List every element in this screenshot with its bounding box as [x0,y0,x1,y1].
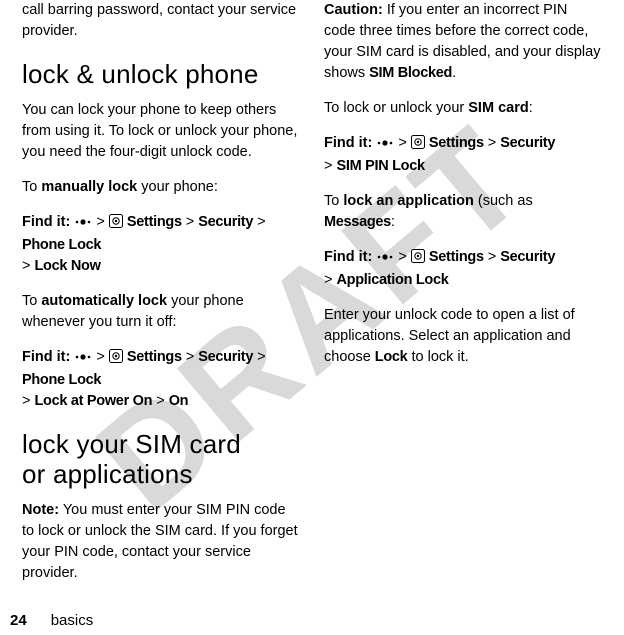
left-column: call barring password, contact your serv… [10,0,312,595]
menu-lock: Lock [375,349,408,365]
menu-phone-lock: Phone Lock [22,372,101,388]
settings-icon [411,135,425,156]
menu-application-lock: Application Lock [337,272,449,288]
menu-security: Security [198,349,253,365]
separator: > [22,258,30,274]
center-key-icon [376,135,394,156]
find-it-line: Find it: > Settings > Security > Phone L… [22,212,300,277]
paragraph: call barring password, contact your serv… [22,0,300,42]
heading-lock-unlock: lock & unlock phone [22,60,300,90]
text: To [324,193,343,209]
page-footer: 24 basics [10,612,93,629]
center-key-icon [376,249,394,270]
text-bold: SIM card [468,100,528,116]
menu-phone-lock: Phone Lock [22,237,101,253]
find-it-line: Find it: > Settings > Security > Applica… [324,247,602,291]
text: . [452,65,456,81]
paragraph: To automatically lock your phone wheneve… [22,291,300,333]
menu-settings: Settings [127,214,182,230]
section-name: basics [51,612,94,629]
find-it-line: Find it: > Settings > Security > SIM PIN… [324,133,602,177]
menu-lock-at-power-on: Lock at Power On [35,393,153,409]
find-it-label: Find it: [324,249,372,265]
paragraph: To lock an application (such as Messages… [324,191,602,233]
separator: > [398,135,406,151]
text: To [22,179,41,195]
page-number: 24 [10,612,27,629]
find-it-label: Find it: [324,135,372,151]
page-content: call barring password, contact your serv… [0,0,624,595]
paragraph: Enter your unlock code to open a list of… [324,305,602,368]
text-bold: manually lock [41,179,137,195]
menu-lock-now: Lock Now [35,258,101,274]
heading-line1: lock your SIM card [22,429,241,459]
text-bold: automatically lock [41,293,167,309]
caution-paragraph: Caution: If you enter an incorrect PIN c… [324,0,602,84]
find-it-line: Find it: > Settings > Security > Phone L… [22,347,300,412]
menu-security: Security [500,249,555,265]
separator: > [156,393,164,409]
separator: > [186,349,194,365]
menu-security: Security [500,135,555,151]
center-key-icon [74,214,92,235]
separator: > [324,158,332,174]
sim-blocked: SIM Blocked [369,65,452,81]
separator: > [96,214,104,230]
text: (such as [474,193,533,209]
paragraph: To lock or unlock your SIM card: [324,98,602,119]
paragraph: To manually lock your phone: [22,177,300,198]
settings-icon [109,214,123,235]
separator: > [22,393,30,409]
find-it-label: Find it: [22,349,70,365]
heading-lock-sim: lock your SIM card or applications [22,430,300,490]
menu-sim-pin-lock: SIM PIN Lock [337,158,425,174]
separator: > [488,135,496,151]
caution-label: Caution: [324,2,383,18]
separator: > [324,272,332,288]
menu-security: Security [198,214,253,230]
menu-settings: Settings [127,349,182,365]
menu-on: On [169,393,189,409]
right-column: Caution: If you enter an incorrect PIN c… [312,0,614,595]
separator: > [186,214,194,230]
separator: > [488,249,496,265]
separator: > [398,249,406,265]
menu-settings: Settings [429,135,484,151]
note-label: Note: [22,502,59,518]
note-paragraph: Note: You must enter your SIM PIN code t… [22,500,300,584]
menu-messages: Messages [324,214,391,230]
find-it-label: Find it: [22,214,70,230]
text: : [529,100,533,116]
separator: > [257,214,265,230]
text: your phone: [137,179,218,195]
text: To [22,293,41,309]
settings-icon [411,249,425,270]
separator: > [96,349,104,365]
heading-line2: or applications [22,459,193,489]
paragraph: You can lock your phone to keep others f… [22,100,300,163]
text: : [391,214,395,230]
note-text: You must enter your SIM PIN code to lock… [22,502,298,581]
center-key-icon [74,349,92,370]
text: to lock it. [407,349,468,365]
settings-icon [109,349,123,370]
text: To lock or unlock your [324,100,468,116]
menu-settings: Settings [429,249,484,265]
text-bold: lock an application [343,193,474,209]
separator: > [257,349,265,365]
